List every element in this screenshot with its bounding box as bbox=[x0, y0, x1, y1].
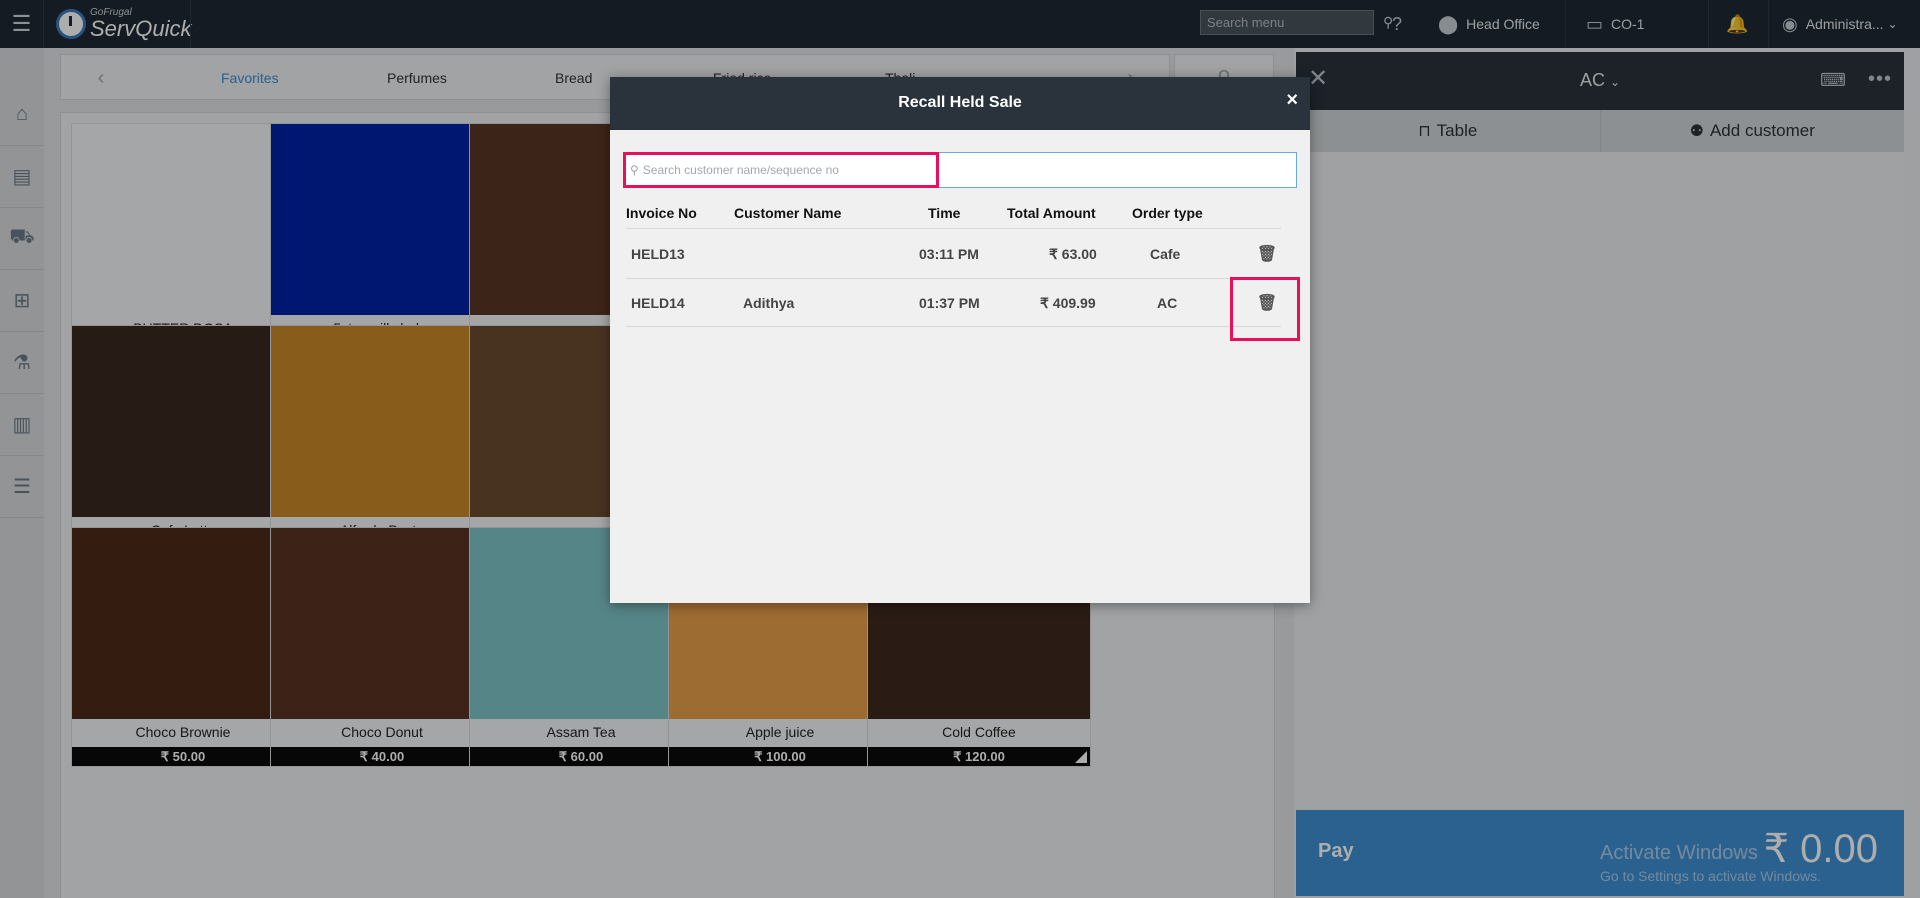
recall-held-sale-dialog: Recall Held Sale × ⚲ Invoice No Customer… bbox=[610, 77, 1310, 603]
total-amount: ₹ 409.99 bbox=[1040, 294, 1096, 311]
table-header: Invoice No Customer Name Time Total Amou… bbox=[610, 198, 1310, 228]
table-row[interactable]: HELD13 03:11 PM ₹ 63.00 Cafe 🗑 bbox=[610, 231, 1310, 277]
close-icon[interactable]: × bbox=[1286, 89, 1298, 112]
dialog-header: Recall Held Sale × bbox=[610, 77, 1310, 130]
divider bbox=[626, 278, 1281, 279]
time: 01:37 PM bbox=[919, 295, 980, 311]
trash-icon[interactable]: 🗑 bbox=[1247, 231, 1287, 277]
order-type: AC bbox=[1157, 295, 1178, 311]
time: 03:11 PM bbox=[919, 246, 979, 262]
column-order-type: Order type bbox=[1132, 205, 1203, 221]
column-customer-name: Customer Name bbox=[734, 205, 842, 221]
held-sale-search[interactable]: ⚲ bbox=[623, 152, 1297, 188]
dialog-title: Recall Held Sale bbox=[898, 94, 1022, 111]
order-type: Cafe bbox=[1150, 246, 1181, 262]
column-invoice-no: Invoice No bbox=[626, 205, 697, 221]
table-row[interactable]: HELD14 Adithya 01:37 PM ₹ 409.99 AC 🗑 bbox=[610, 280, 1310, 326]
search-icon: ⚲ bbox=[630, 163, 639, 177]
invoice-no: HELD13 bbox=[631, 246, 685, 262]
trash-icon[interactable]: 🗑 bbox=[1247, 280, 1287, 326]
column-time: Time bbox=[928, 205, 961, 221]
divider bbox=[626, 326, 1281, 327]
divider bbox=[626, 228, 1281, 229]
customer-name: Adithya bbox=[743, 295, 795, 311]
held-sale-search-input[interactable] bbox=[642, 163, 1296, 177]
total-amount: ₹ 63.00 bbox=[1049, 245, 1097, 262]
column-total-amount: Total Amount bbox=[1007, 205, 1096, 221]
invoice-no: HELD14 bbox=[631, 295, 685, 311]
